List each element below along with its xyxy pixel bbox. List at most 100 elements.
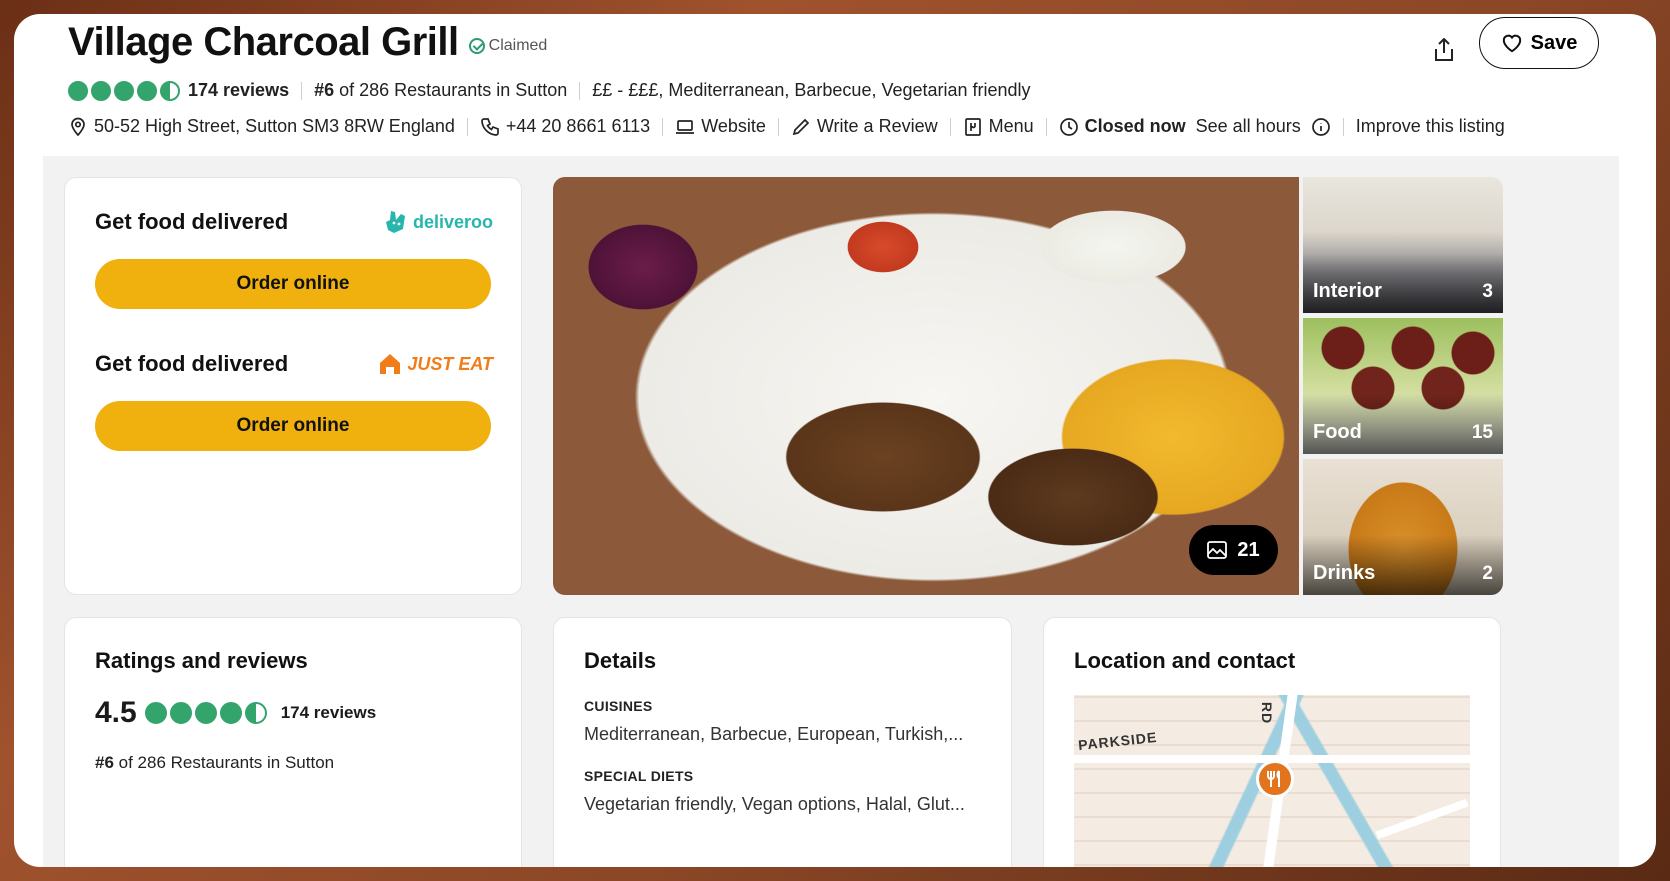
thumb-count: 15 [1471,422,1493,443]
divider [579,81,581,100]
bubble-icon [144,702,167,724]
page-frame: Village Charcoal Grill Claimed Save 174 … [14,14,1656,867]
order-online-button-deliveroo[interactable]: Order online [95,259,491,309]
price-cuisine-tags: ££ - £££, Mediterranean, Barbecue, Veget… [592,80,1031,100]
justeat-house-icon [380,354,401,374]
hours-link[interactable]: Closed now See all hours [1059,116,1331,137]
rating-bubbles [68,80,180,101]
deliveroo-logo: deliveroo [383,209,493,235]
divider [777,117,779,136]
clock-icon [1059,117,1078,136]
special-diets-value: Vegetarian friendly, Vegan options, Hala… [584,794,965,814]
map-pin[interactable] [1256,760,1294,798]
menu-text: Menu [988,116,1034,136]
info-row: 50-52 High Street, Sutton SM3 8RW Englan… [68,116,1505,137]
divider [466,117,468,136]
bubble-icon [114,80,134,101]
ranking[interactable]: #6 of 286 Restaurants in Sutton [314,80,567,101]
menu-link[interactable]: Menu [963,116,1034,137]
bubble-icon [91,80,111,101]
website-text: Website [701,116,766,136]
map-label: PARKSIDE [1077,728,1158,754]
rating-bubbles [144,702,267,724]
justeat-brand-text: JUST EAT [407,353,493,374]
location-map[interactable]: PARKSIDE RD [1074,695,1470,867]
location-title: Location and contact [1074,648,1296,673]
map-label: RD [1259,701,1276,725]
improve-listing-link[interactable]: Improve this listing [1356,116,1505,137]
open-status: Closed now [1084,116,1186,136]
claimed-label: Claimed [488,36,548,54]
photo-count-text: 21 [1237,538,1260,561]
thumb-label: Drinks [1313,562,1376,584]
see-hours-text: See all hours [1195,116,1301,136]
divider [1045,117,1047,136]
thumb-label: Food [1313,421,1362,443]
photo-thumb-drinks[interactable]: Drinks 2 [1303,459,1503,595]
reviews-count-link[interactable]: 174 reviews [281,703,376,723]
order-online-button-justeat[interactable]: Order online [95,401,491,451]
bubble-icon [194,702,217,724]
save-label: Save [1530,31,1578,54]
bubble-icon [68,80,88,101]
special-diets-label: SPECIAL DIETS [584,768,694,784]
share-button[interactable] [1424,30,1464,70]
share-icon [1435,38,1453,61]
cuisines-label: CUISINES [584,698,653,714]
half-bubble-icon [160,80,180,101]
delivery-option-justeat: Get food delivered JUST EAT Order online [95,351,493,451]
save-button[interactable]: Save [1479,17,1599,69]
delivery-option-deliveroo: Get food delivered deliveroo Order onlin… [95,209,493,309]
address-text: 50-52 High Street, Sutton SM3 8RW Englan… [94,116,455,136]
justeat-logo: JUST EAT [377,351,493,377]
rank-number: #6 [314,80,335,100]
rank-line[interactable]: #6 of 286 Restaurants in Sutton [95,753,334,773]
deliveroo-brand-text: deliveroo [412,211,493,232]
photo-thumb-food[interactable]: Food 15 [1303,318,1503,454]
delivery-card: Get food delivered deliveroo Order onlin… [64,177,522,595]
map-pin-icon [71,117,85,136]
rank-number: #6 [95,753,114,772]
website-link[interactable]: Website [675,116,766,137]
title-row: Village Charcoal Grill Claimed [68,20,547,65]
deliveroo-kangaroo-icon [385,211,405,233]
main-photo[interactable] [553,177,1299,595]
info-icon[interactable] [1311,117,1331,137]
map-road [1375,798,1469,840]
location-card: Location and contact PARKSIDE RD [1043,617,1501,867]
check-circle-icon [468,37,485,54]
rank-text: of 286 Restaurants in Sutton [334,80,568,100]
half-bubble-icon [244,702,267,724]
bubble-icon [137,80,157,101]
rating-score: 4.5 [95,696,137,729]
photo-count-button[interactable]: 21 [1189,525,1278,575]
divider [662,117,664,136]
rank-text: of 286 Restaurants in Sutton [113,753,335,772]
fork-knife-icon [1267,770,1280,787]
write-review-link[interactable]: Write a Review [791,116,938,137]
ratings-title: Ratings and reviews [95,648,308,673]
phone-link[interactable]: +44 20 8661 6113 [480,116,650,137]
thumb-label: Interior [1313,280,1382,302]
pencil-icon [792,118,810,135]
heart-icon [1502,34,1521,53]
reviews-link[interactable]: 174 reviews [188,80,289,101]
divider [949,117,951,136]
ratings-card: Ratings and reviews 4.5 174 reviews #6 o… [64,617,522,867]
meta-row: 174 reviews #6 of 286 Restaurants in Sut… [68,80,1031,101]
photo-thumb-interior[interactable]: Interior 3 [1303,177,1503,313]
bubble-icon [169,702,192,724]
details-card: Details CUISINES Mediterranean, Barbecue… [553,617,1012,867]
claimed-badge: Claimed [468,36,548,55]
write-review-text: Write a Review [816,116,938,136]
image-icon [1207,541,1228,559]
thumb-count: 2 [1482,563,1493,584]
phone-icon [481,117,499,136]
divider [301,81,303,100]
restaurant-title: Village Charcoal Grill [68,20,459,64]
menu-icon [964,117,981,136]
thumb-count: 3 [1482,281,1493,302]
address-link[interactable]: 50-52 High Street, Sutton SM3 8RW Englan… [68,116,455,137]
divider [1342,117,1344,136]
overall-rating: 4.5 174 reviews [95,696,376,730]
